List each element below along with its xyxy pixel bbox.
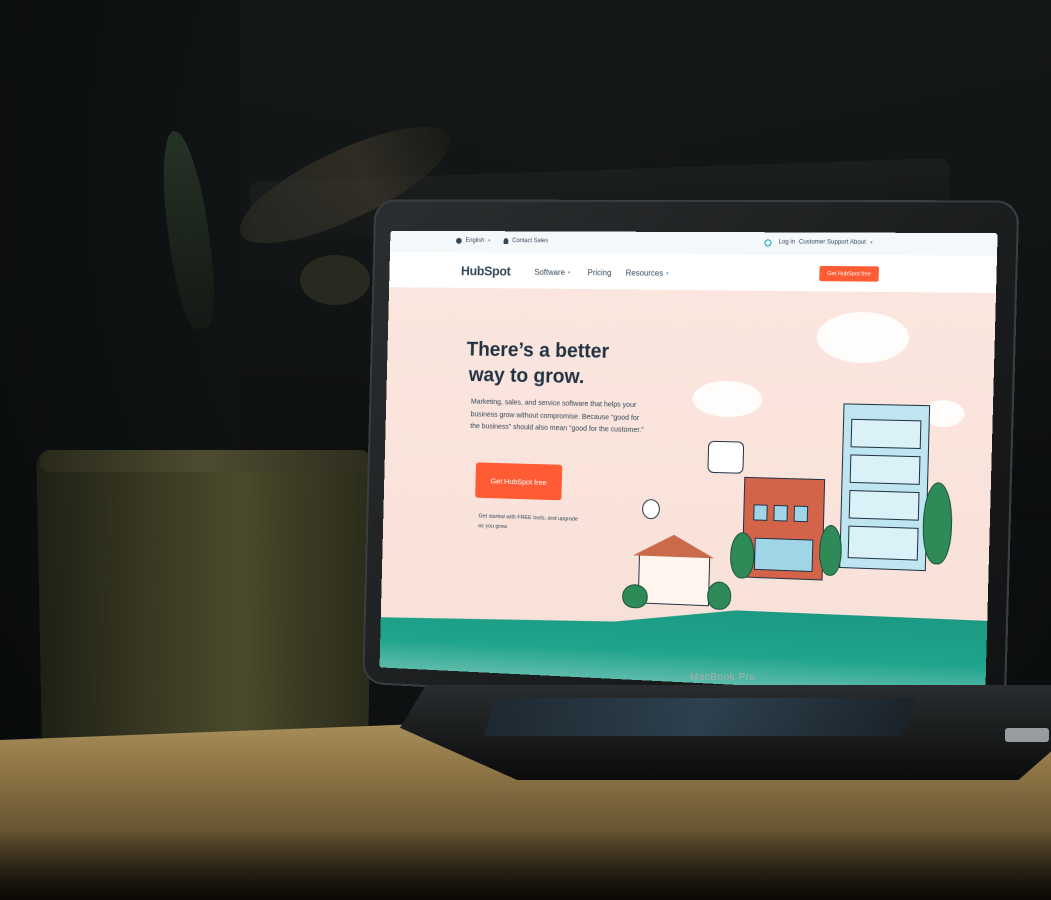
person-icon xyxy=(503,238,509,245)
hero-description: Marketing, sales, and service software t… xyxy=(470,396,644,435)
chevron-down-icon: ▾ xyxy=(666,270,669,277)
language-selector[interactable]: English ▾ xyxy=(455,237,491,244)
plant-leaf xyxy=(300,255,370,305)
globe-icon xyxy=(455,237,462,244)
house-roof-illustration xyxy=(633,533,715,558)
window-illustration xyxy=(773,504,788,522)
search-icon xyxy=(764,239,772,247)
contact-sales-link[interactable]: Contact Sales xyxy=(503,238,549,245)
window-illustration xyxy=(849,454,921,485)
tree-illustration xyxy=(621,583,649,609)
window-illustration xyxy=(850,418,922,450)
nav-item-resources[interactable]: Resources ▾ xyxy=(626,269,669,278)
cloud-illustration xyxy=(816,311,910,364)
plant-pot-rim xyxy=(40,450,370,472)
tree-illustration xyxy=(729,531,755,579)
nav-item-label: Resources xyxy=(625,268,664,278)
login-label: Log in xyxy=(778,239,796,246)
photo-scene: English ▾ Contact Sales Log in Customer … xyxy=(0,0,1051,900)
login-link[interactable]: Log in xyxy=(779,239,796,245)
chevron-down-icon: ▾ xyxy=(567,269,571,276)
tree-illustration xyxy=(921,481,954,565)
foreground-shadow xyxy=(0,830,1051,900)
nav-get-hubspot-free-button[interactable]: Get HubSpot free xyxy=(819,265,879,282)
chevron-down-icon: ▾ xyxy=(869,239,873,246)
hero-section: There’s a better way to grow. Marketing,… xyxy=(379,287,997,698)
hero-title-line: There’s a better xyxy=(466,338,610,363)
laptop-edge-highlight xyxy=(1005,728,1049,742)
nav-item-label: Software xyxy=(534,267,565,277)
plant-leaf xyxy=(154,128,222,332)
tree-illustration xyxy=(818,524,843,577)
house-illustration xyxy=(637,553,711,607)
laptop-trackpad xyxy=(483,698,917,736)
nav-item-pricing[interactable]: Pricing xyxy=(587,268,611,277)
chevron-down-icon: ▾ xyxy=(487,238,491,244)
customer-support-label: Customer Support xyxy=(798,239,849,246)
tree-illustration xyxy=(706,581,732,611)
nav-item-label: Pricing xyxy=(587,268,612,278)
laptop-screen: English ▾ Contact Sales Log in Customer … xyxy=(379,230,998,698)
about-menu[interactable]: About ▾ xyxy=(850,240,873,246)
window-illustration xyxy=(848,489,920,521)
search-button[interactable] xyxy=(764,239,772,247)
hero-get-hubspot-free-button[interactable]: Get HubSpot free xyxy=(475,462,563,501)
window-illustration xyxy=(753,537,814,573)
device-model-label: MacBook Pro xyxy=(690,672,756,683)
window-illustration xyxy=(753,504,768,521)
hero-title: There’s a better way to grow. xyxy=(466,337,661,392)
window-illustration xyxy=(793,505,809,523)
window-illustration xyxy=(847,525,919,561)
hero-title-line: way to grow. xyxy=(468,364,585,389)
lightbulb-illustration xyxy=(641,498,661,520)
contact-sales-label: Contact Sales xyxy=(512,238,549,245)
hubspot-logo[interactable]: HubSpot xyxy=(461,263,511,278)
hero-footnote: Get started with FREE tools, and upgrade… xyxy=(478,513,578,531)
language-label: English xyxy=(465,237,485,244)
customer-support-link[interactable]: Customer Support xyxy=(799,239,849,245)
chat-bubble-illustration xyxy=(707,440,745,474)
about-label: About xyxy=(849,239,866,246)
nav-item-software[interactable]: Software ▾ xyxy=(534,268,570,277)
cloud-illustration xyxy=(691,380,763,418)
